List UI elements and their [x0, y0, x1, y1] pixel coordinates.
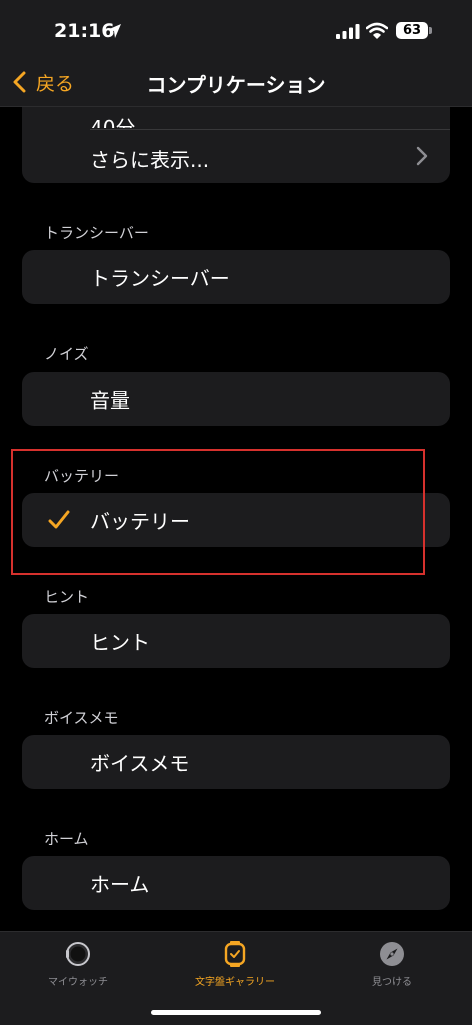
section-header-tips: ヒント: [44, 588, 90, 606]
status-bar: 21:16 63: [0, 0, 472, 60]
partial-option-label[interactable]: 40分: [90, 112, 135, 128]
option-label: ヒント: [90, 630, 150, 655]
chevron-left-icon: [13, 71, 26, 93]
option-label: ホーム: [90, 872, 150, 897]
section-header-walkie-talkie: トランシーバー: [44, 224, 149, 242]
option-row-walkie-talkie[interactable]: トランシーバー: [22, 250, 450, 304]
tab-discover[interactable]: 見つける: [317, 940, 467, 1000]
option-row-volume[interactable]: 音量: [22, 372, 450, 426]
option-label: ボイスメモ: [90, 751, 190, 776]
watch-face-gallery-icon: [224, 941, 246, 967]
tab-label: 見つける: [372, 977, 412, 988]
section-header-voice-memos: ボイスメモ: [44, 709, 119, 727]
tab-label: マイウォッチ: [48, 977, 108, 988]
show-more-label[interactable]: さらに表示...: [90, 144, 209, 173]
tab-watch-face-gallery[interactable]: 文字盤ギャラリー: [160, 940, 310, 1000]
tab-my-watch[interactable]: マイウォッチ: [3, 940, 153, 1000]
option-row-voice-memos[interactable]: ボイスメモ: [22, 735, 450, 789]
location-arrow-icon: [107, 24, 121, 38]
wifi-icon: [366, 22, 388, 39]
highlight-annotation-box: [11, 449, 425, 575]
cellular-signal-icon: [336, 24, 360, 39]
complication-list: 40分 さらに表示... トランシーバー トランシーバー ノイズ 音量 バッテリ…: [0, 0, 472, 1024]
battery-indicator: 63: [396, 22, 428, 39]
navigation-bar: コンプリケーション 戻る: [0, 60, 472, 107]
home-indicator[interactable]: [151, 1010, 321, 1015]
battery-tip: [429, 27, 432, 34]
option-row-tips[interactable]: ヒント: [22, 614, 450, 668]
chevron-right-icon[interactable]: [416, 146, 428, 166]
compass-icon: [380, 942, 404, 966]
tab-label: 文字盤ギャラリー: [195, 977, 275, 988]
option-row-home[interactable]: ホーム: [22, 856, 450, 910]
row-divider: [90, 129, 450, 130]
option-label: 音量: [90, 388, 130, 413]
back-label: 戻る: [36, 72, 75, 95]
section-header-noise: ノイズ: [44, 345, 89, 363]
section-header-home: ホーム: [44, 830, 89, 848]
back-button[interactable]: 戻る: [12, 64, 74, 100]
option-label: トランシーバー: [90, 266, 230, 291]
watch-icon: [66, 942, 90, 966]
